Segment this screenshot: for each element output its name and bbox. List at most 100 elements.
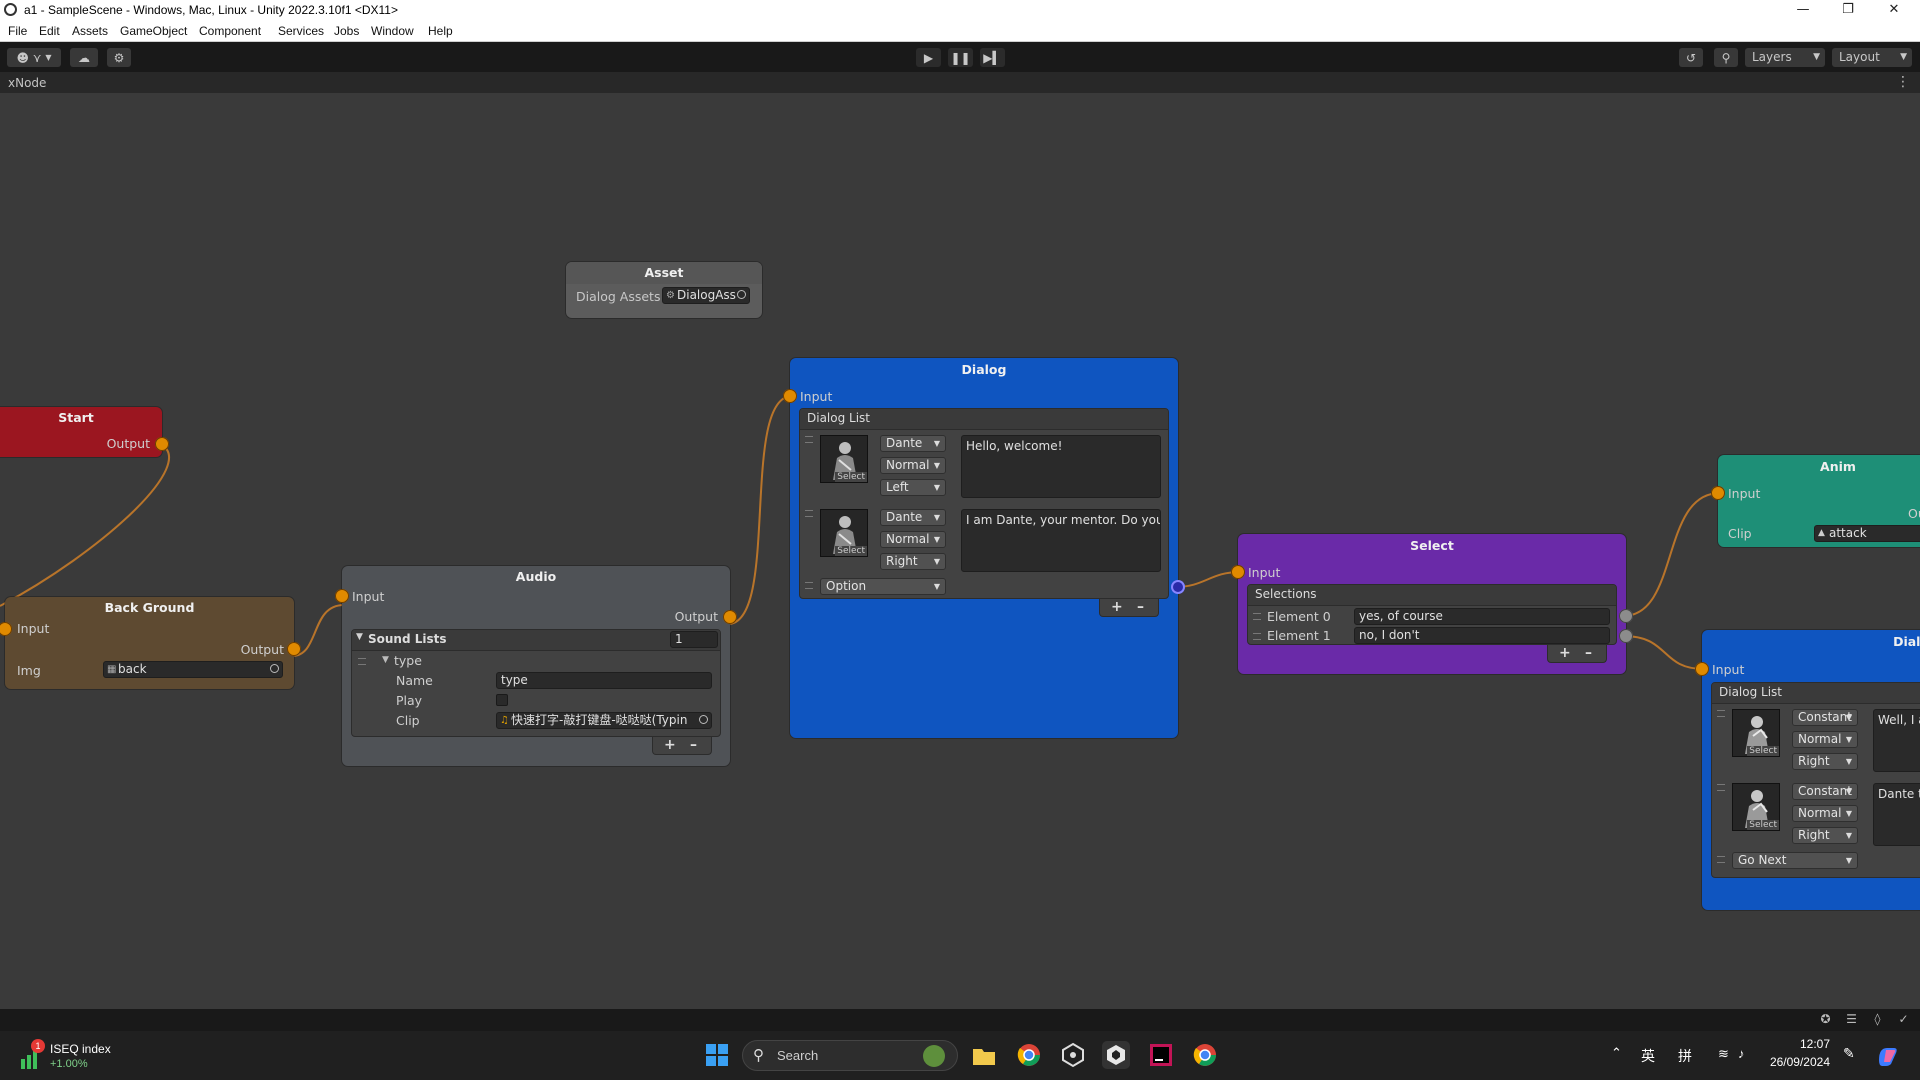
close-icon[interactable]: ✕ xyxy=(1872,0,1916,21)
character-portrait[interactable]: Select xyxy=(1732,783,1780,831)
portrait-select-label[interactable]: Select xyxy=(835,472,867,482)
drag-handle-icon[interactable] xyxy=(805,436,813,443)
drag-handle-icon[interactable] xyxy=(1717,856,1725,863)
side-dropdown[interactable]: Right ▼ xyxy=(1792,827,1858,844)
menu-help[interactable]: Help xyxy=(428,24,453,38)
minimize-icon[interactable]: — xyxy=(1781,0,1825,21)
drag-handle-icon[interactable] xyxy=(1253,613,1261,620)
element-1-field[interactable]: no, I don't xyxy=(1354,627,1610,644)
dialog-assets-field[interactable]: ⚙ DialogAss xyxy=(662,287,750,304)
remove-element-button[interactable]: – xyxy=(1137,599,1144,615)
character-dropdown[interactable]: Dante ▼ xyxy=(880,435,946,452)
ime-mode[interactable]: 拼 xyxy=(1678,1046,1692,1066)
collab-button[interactable]: ⚙ xyxy=(107,48,131,67)
remove-element-button[interactable]: – xyxy=(690,737,697,753)
more-options-icon[interactable]: ⋮ xyxy=(1896,74,1910,90)
side-dropdown[interactable]: Left ▼ xyxy=(880,479,946,496)
unity-editor-button[interactable] xyxy=(1102,1041,1130,1069)
anim-clip-field[interactable]: ▲ attack xyxy=(1814,525,1920,542)
search-button[interactable]: ⚲ xyxy=(1714,48,1738,67)
portrait-select-label[interactable]: Select xyxy=(835,546,867,556)
drag-handle-icon[interactable] xyxy=(805,582,813,589)
background-output-port[interactable] xyxy=(287,642,301,656)
dialog-option-output-port[interactable] xyxy=(1171,580,1185,594)
mood-dropdown[interactable]: Normal ▼ xyxy=(1792,805,1858,822)
dialog-text-area[interactable]: Well, I a xyxy=(1873,709,1920,772)
menu-gameobject[interactable]: GameObject xyxy=(120,24,187,38)
character-portrait[interactable]: Select xyxy=(1732,709,1780,757)
option-dropdown[interactable]: Go Next ▼ xyxy=(1732,852,1858,869)
dialog2-input-port[interactable] xyxy=(1695,662,1709,676)
add-element-button[interactable]: + xyxy=(664,737,676,753)
menu-window[interactable]: Window xyxy=(371,24,414,38)
network-icon[interactable]: ◊ xyxy=(1871,1013,1884,1026)
menu-assets[interactable]: Assets xyxy=(72,24,108,38)
ime-language[interactable]: 英 xyxy=(1641,1046,1655,1066)
clock-time[interactable]: 12:07 xyxy=(1772,1037,1830,1051)
play-checkbox[interactable] xyxy=(496,694,508,706)
node-graph-canvas[interactable]: Asset Dialog Assets ⚙ DialogAss Start Ou… xyxy=(0,93,1920,1009)
select-node[interactable]: Select Input Selections Element 0 yes, o… xyxy=(1231,534,1633,674)
clip-field[interactable]: ♫ 快速打字-敲打键盘-哒哒哒(Typin xyxy=(496,712,712,729)
object-picker-icon[interactable] xyxy=(699,715,708,724)
anim-input-port[interactable] xyxy=(1711,486,1725,500)
object-picker-icon[interactable] xyxy=(737,290,746,299)
debug-icon[interactable]: ✪ xyxy=(1819,1013,1832,1026)
layout-dropdown[interactable]: Layout ▼ xyxy=(1832,48,1912,67)
chrome-button[interactable] xyxy=(1015,1041,1043,1069)
dialog-node-2[interactable]: Dialog Input Dialog List Select Constant… xyxy=(1695,630,1920,910)
stack-icon[interactable]: ☰ xyxy=(1845,1013,1858,1026)
stock-widget[interactable]: 1 ISEQ index +1.00% xyxy=(18,1037,128,1075)
sound-lists-count-field[interactable]: 1 xyxy=(670,631,718,648)
drag-handle-icon[interactable] xyxy=(1253,633,1261,640)
tab-xnode[interactable]: xNode xyxy=(8,76,46,90)
play-button[interactable]: ▶ xyxy=(916,48,941,67)
drag-handle-icon[interactable] xyxy=(1717,710,1725,717)
element-0-field[interactable]: yes, of course xyxy=(1354,608,1610,625)
tray-overflow-icon[interactable]: ⌃ xyxy=(1611,1045,1622,1061)
drag-handle-icon[interactable] xyxy=(358,658,366,665)
mood-dropdown[interactable]: Normal ▼ xyxy=(880,457,946,474)
audio-node[interactable]: Audio Input Output ▼ Sound Lists 1 ▼ typ… xyxy=(335,566,737,766)
background-node[interactable]: Back Ground Input Output Img ▦ back xyxy=(0,597,301,689)
unity-hub-button[interactable] xyxy=(1059,1041,1087,1069)
remove-element-button[interactable]: – xyxy=(1585,645,1592,661)
menu-file[interactable]: File xyxy=(8,24,27,38)
background-input-port[interactable] xyxy=(0,622,12,636)
account-dropdown[interactable]: ☻ ⋎ ▼ xyxy=(7,48,61,67)
copilot-button[interactable] xyxy=(1874,1042,1900,1068)
portrait-select-label[interactable]: Select xyxy=(1747,820,1779,830)
volume-icon[interactable]: ♪ xyxy=(1738,1046,1745,1061)
mood-dropdown[interactable]: Normal ▼ xyxy=(880,531,946,548)
layers-dropdown[interactable]: Layers ▼ xyxy=(1745,48,1825,67)
wifi-icon[interactable]: ≋ xyxy=(1718,1046,1729,1062)
object-picker-icon[interactable] xyxy=(270,664,279,673)
character-dropdown[interactable]: Constant ▼ xyxy=(1792,709,1858,726)
cloud-button[interactable]: ☁ xyxy=(70,48,98,67)
menu-jobs[interactable]: Jobs xyxy=(334,24,359,38)
character-portrait[interactable]: Select xyxy=(820,435,868,483)
element-1-output-port[interactable] xyxy=(1619,629,1633,643)
asset-node[interactable]: Asset Dialog Assets ⚙ DialogAss xyxy=(566,262,762,318)
maximize-icon[interactable]: ❐ xyxy=(1826,0,1870,21)
drag-handle-icon[interactable] xyxy=(805,510,813,517)
start-output-port[interactable] xyxy=(155,437,169,451)
option-dropdown[interactable]: Option ▼ xyxy=(820,578,946,595)
dialog-text-area[interactable]: Hello, welcome! xyxy=(961,435,1161,498)
name-field[interactable]: type xyxy=(496,672,712,689)
clock-date[interactable]: 26/09/2024 xyxy=(1764,1055,1830,1069)
dialog-input-port[interactable] xyxy=(783,389,797,403)
pause-button[interactable]: ❚❚ xyxy=(948,48,973,67)
dialog-text-area[interactable]: Dante te xyxy=(1873,783,1920,846)
menu-edit[interactable]: Edit xyxy=(39,24,60,38)
chrome-profile-button[interactable] xyxy=(1191,1041,1219,1069)
undo-history-button[interactable]: ↺ xyxy=(1679,48,1703,67)
drag-handle-icon[interactable] xyxy=(1717,784,1725,791)
dialog-text-area[interactable]: I am Dante, your mentor. Do you wa xyxy=(961,509,1161,572)
add-element-button[interactable]: + xyxy=(1111,599,1123,615)
step-button[interactable]: ▶▍ xyxy=(980,48,1005,67)
add-element-button[interactable]: + xyxy=(1559,645,1571,661)
foldout-arrow-icon[interactable]: ▼ xyxy=(382,655,389,665)
check-icon[interactable]: ✓ xyxy=(1897,1013,1910,1026)
start-node[interactable]: Start Output xyxy=(0,407,169,457)
